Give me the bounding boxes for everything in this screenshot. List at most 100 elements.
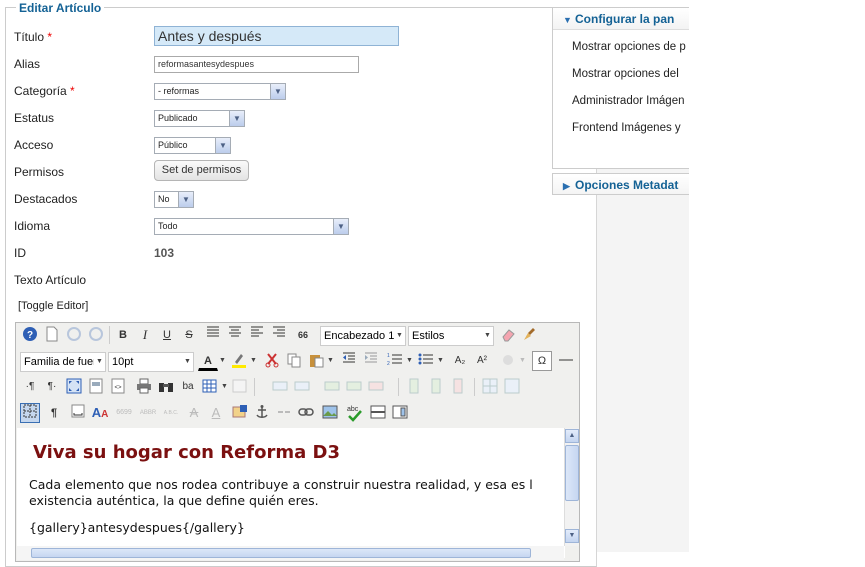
template-icon[interactable] — [86, 377, 106, 397]
print-icon[interactable] — [134, 377, 154, 397]
category-select[interactable]: - reformas ▼ — [154, 83, 286, 100]
editor-content-area[interactable]: Viva su hogar con Reforma D3 Cada elemen… — [17, 428, 565, 558]
chevron-down-icon[interactable]: ▼ — [249, 351, 258, 371]
access-select[interactable]: Público ▼ — [154, 137, 231, 154]
insert-table-icon[interactable] — [200, 377, 220, 397]
ltr-direction-button[interactable]: ·¶ — [20, 377, 40, 397]
chevron-down-icon[interactable]: ▼ — [518, 351, 527, 371]
scroll-up-icon[interactable]: ▲ — [565, 429, 579, 443]
underline-button[interactable]: U — [157, 325, 177, 345]
configure-panel-header[interactable]: ▼ Configurar la pan — [553, 8, 689, 30]
insert-col-before-icon[interactable] — [404, 377, 424, 397]
font-family-select-value: Familia de fuen — [24, 356, 100, 368]
numbered-list-icon[interactable]: 12 — [385, 351, 405, 371]
insert-text-button[interactable]: A — [206, 403, 226, 423]
help-icon[interactable]: ? — [20, 325, 40, 345]
italic-button[interactable]: I — [135, 325, 155, 345]
scroll-down-icon[interactable]: ▼ — [565, 529, 579, 543]
readmore-icon[interactable] — [390, 403, 410, 423]
panel-option-1[interactable]: Mostrar opciones del — [572, 68, 679, 80]
insert-row-before-icon[interactable] — [322, 377, 342, 397]
align-justify-icon[interactable] — [203, 325, 223, 345]
show-blocks-button[interactable]: ¶ — [44, 403, 64, 423]
outdent-icon[interactable] — [339, 351, 359, 371]
paste-icon[interactable] — [306, 351, 326, 371]
eraser-icon[interactable] — [498, 325, 518, 345]
visual-aid-icon[interactable] — [20, 403, 40, 423]
status-select[interactable]: Publicado ▼ — [154, 110, 245, 127]
nonbreaking-space-icon[interactable] — [68, 403, 88, 423]
delete-text-button[interactable]: A — [184, 403, 204, 423]
superscript-button[interactable]: A² — [472, 351, 492, 371]
row-props-icon[interactable] — [270, 377, 290, 397]
rtl-direction-button[interactable]: ¶· — [42, 377, 62, 397]
styleprops-icon[interactable]: AA — [90, 403, 110, 423]
spellcheck-icon[interactable]: abc — [344, 403, 364, 423]
strikethrough-button[interactable]: S — [179, 325, 199, 345]
cut-icon[interactable] — [262, 351, 282, 371]
alias-input[interactable]: reformasantesydespues — [154, 56, 359, 73]
subscript-button[interactable]: A₂ — [450, 351, 470, 371]
link-icon[interactable] — [296, 403, 316, 423]
text-color-button[interactable]: A — [198, 351, 218, 371]
format-select[interactable]: Encabezado 1 ▼ — [320, 326, 406, 346]
font-family-select[interactable]: Familia de fuen ▼ — [20, 352, 106, 372]
panel-option-3[interactable]: Frontend Imágenes y — [572, 122, 681, 134]
unlink-icon[interactable] — [274, 403, 294, 423]
replace-button[interactable]: ba — [178, 377, 198, 397]
undo-icon[interactable] — [64, 325, 84, 345]
bullet-list-icon[interactable] — [416, 351, 436, 371]
styles-select[interactable]: Estilos ▼ — [408, 326, 494, 346]
anchor-icon[interactable] — [252, 403, 272, 423]
delete-row-icon[interactable] — [366, 377, 386, 397]
fullscreen-icon[interactable] — [64, 377, 84, 397]
pagebreak-icon[interactable] — [368, 403, 388, 423]
blockquote-button[interactable]: 66 — [293, 325, 313, 345]
highlight-color-icon[interactable] — [229, 351, 249, 371]
cleanup-broom-icon[interactable] — [520, 325, 540, 345]
toggle-editor-link[interactable]: [Toggle Editor] — [18, 300, 88, 312]
scrollbar-thumb[interactable] — [31, 548, 531, 558]
align-center-icon[interactable] — [225, 325, 245, 345]
merge-cells-icon[interactable] — [502, 377, 522, 397]
delete-col-icon[interactable] — [448, 377, 468, 397]
editor-vertical-scrollbar[interactable]: ▲ ▼ — [564, 428, 579, 546]
redo-icon[interactable] — [86, 325, 106, 345]
delete-table-icon[interactable] — [230, 377, 250, 397]
permissions-button[interactable]: Set de permisos — [154, 160, 249, 181]
copy-icon[interactable] — [284, 351, 304, 371]
chevron-down-icon[interactable]: ▼ — [220, 377, 229, 397]
special-character-button[interactable]: Ω — [532, 351, 552, 371]
horizontal-rule-icon[interactable] — [556, 351, 576, 371]
cite-button[interactable]: 6699 — [114, 403, 134, 423]
image-icon[interactable] — [320, 403, 340, 423]
cell-props-icon[interactable] — [292, 377, 312, 397]
title-input[interactable]: Antes y después — [154, 26, 399, 46]
acronym-button[interactable]: A.B.C. — [161, 403, 181, 423]
language-select[interactable]: Todo ▼ — [154, 218, 349, 235]
new-document-icon[interactable] — [42, 325, 62, 345]
featured-select[interactable]: No ▼ — [154, 191, 194, 208]
align-left-icon[interactable] — [247, 325, 267, 345]
scrollbar-thumb[interactable] — [565, 445, 579, 501]
chevron-down-icon[interactable]: ▼ — [405, 351, 414, 371]
panel-option-2[interactable]: Administrador Imágen — [572, 95, 685, 107]
chevron-down-icon[interactable]: ▼ — [436, 351, 445, 371]
find-binoculars-icon[interactable] — [156, 377, 176, 397]
indent-icon[interactable] — [361, 351, 381, 371]
chevron-down-icon[interactable]: ▼ — [326, 351, 335, 371]
split-cells-icon[interactable] — [480, 377, 500, 397]
abbr-button[interactable]: ABBR — [138, 403, 158, 423]
editor-horizontal-scrollbar[interactable] — [17, 546, 564, 560]
bold-button[interactable]: B — [113, 325, 133, 345]
metadata-panel-header[interactable]: ▶ Opciones Metadat — [553, 174, 689, 194]
font-size-select[interactable]: 10pt ▼ — [108, 352, 194, 372]
attributes-icon[interactable] — [230, 403, 250, 423]
html-source-icon[interactable]: <> — [108, 377, 128, 397]
insert-layer-icon[interactable] — [498, 351, 518, 371]
panel-option-0[interactable]: Mostrar opciones de p — [572, 41, 686, 53]
insert-row-after-icon[interactable] — [344, 377, 364, 397]
align-right-icon[interactable] — [269, 325, 289, 345]
insert-col-after-icon[interactable] — [426, 377, 446, 397]
chevron-down-icon[interactable]: ▼ — [218, 351, 227, 371]
